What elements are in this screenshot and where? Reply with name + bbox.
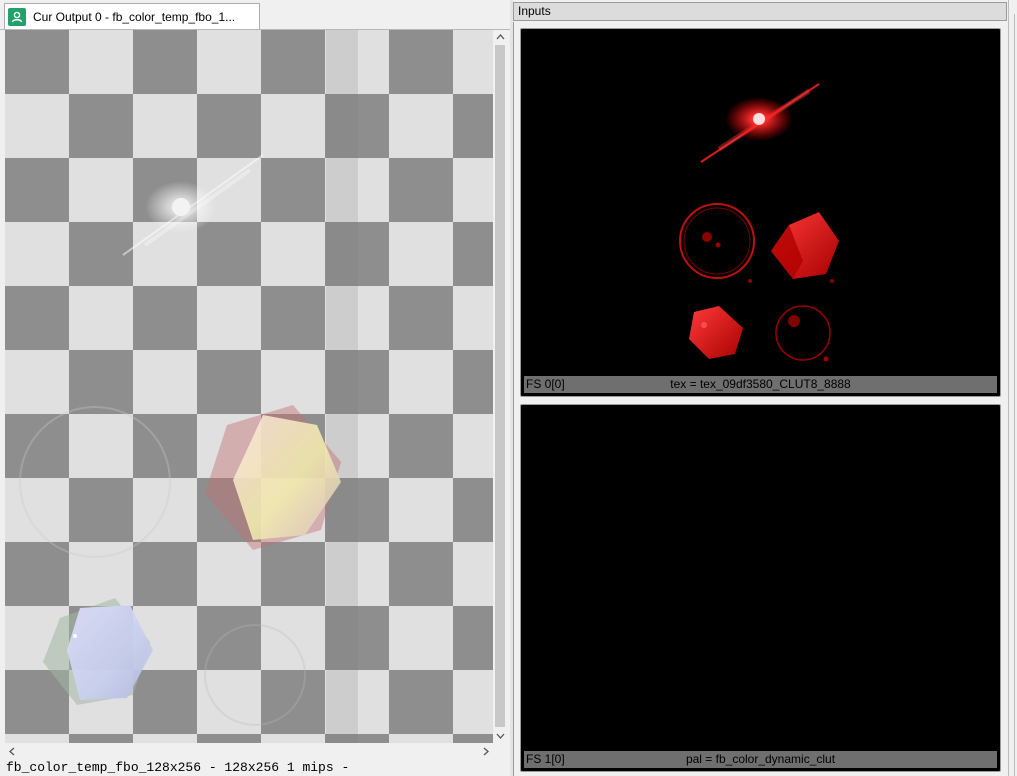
input-thumbnail[interactable]: FS 0[0] tex = tex_09df3580_CLUT8_8888 bbox=[520, 28, 1001, 397]
tab-bar: Cur Output 0 - fb_color_temp_fbo_1... bbox=[0, 0, 510, 30]
scroll-right-icon[interactable] bbox=[479, 744, 493, 758]
hexagon-ghost-blue bbox=[43, 598, 153, 705]
horizontal-scrollbar[interactable] bbox=[5, 744, 493, 758]
red-ring-small bbox=[775, 305, 831, 362]
red-flare bbox=[700, 83, 820, 163]
scroll-left-icon[interactable] bbox=[5, 744, 19, 758]
output-icon bbox=[8, 7, 26, 26]
inputs-header: Inputs bbox=[513, 2, 1007, 21]
hexagon-ghost bbox=[205, 405, 341, 550]
input-name: pal = fb_color_dynamic_clut bbox=[685, 752, 836, 766]
texture-preview bbox=[19, 154, 341, 726]
red-ring-large bbox=[679, 203, 755, 283]
input-thumbnail[interactable]: FS 1[0] pal = fb_color_dynamic_clut bbox=[520, 404, 1001, 772]
inputs-list: FS 0[0] tex = tex_09df3580_CLUT8_8888 FS… bbox=[513, 22, 1007, 776]
input-name: tex = tex_09df3580_CLUT8_8888 bbox=[670, 377, 851, 391]
scroll-up-icon[interactable] bbox=[493, 30, 507, 44]
flare-streak bbox=[122, 154, 264, 256]
input-texture-preview bbox=[679, 83, 839, 362]
input-label: FS 1[0] pal = fb_color_dynamic_clut bbox=[524, 751, 997, 768]
side-panel-edge bbox=[1008, 0, 1017, 776]
red-hexagon-large bbox=[771, 212, 839, 283]
output-pane: Cur Output 0 - fb_color_temp_fbo_1... fb… bbox=[0, 0, 510, 776]
vertical-scrollbar[interactable] bbox=[493, 30, 507, 743]
scroll-down-icon[interactable] bbox=[493, 729, 507, 743]
texture-viewport[interactable] bbox=[5, 30, 493, 743]
texture-status: fb_color_temp_fbo_128x256 - 128x256 1 mi… bbox=[6, 760, 350, 775]
inputs-pane: Inputs FS 0[0] tex = tex_09df3580_CLUT8_… bbox=[513, 2, 1008, 776]
tab-cur-output[interactable]: Cur Output 0 - fb_color_temp_fbo_1... bbox=[4, 3, 260, 29]
divider bbox=[1014, 14, 1015, 776]
input-label: FS 0[0] tex = tex_09df3580_CLUT8_8888 bbox=[524, 376, 997, 393]
red-hexagon-small bbox=[689, 306, 743, 359]
tab-label: Cur Output 0 - fb_color_temp_fbo_1... bbox=[33, 9, 236, 24]
vertical-scroll-thumb[interactable] bbox=[495, 45, 505, 727]
